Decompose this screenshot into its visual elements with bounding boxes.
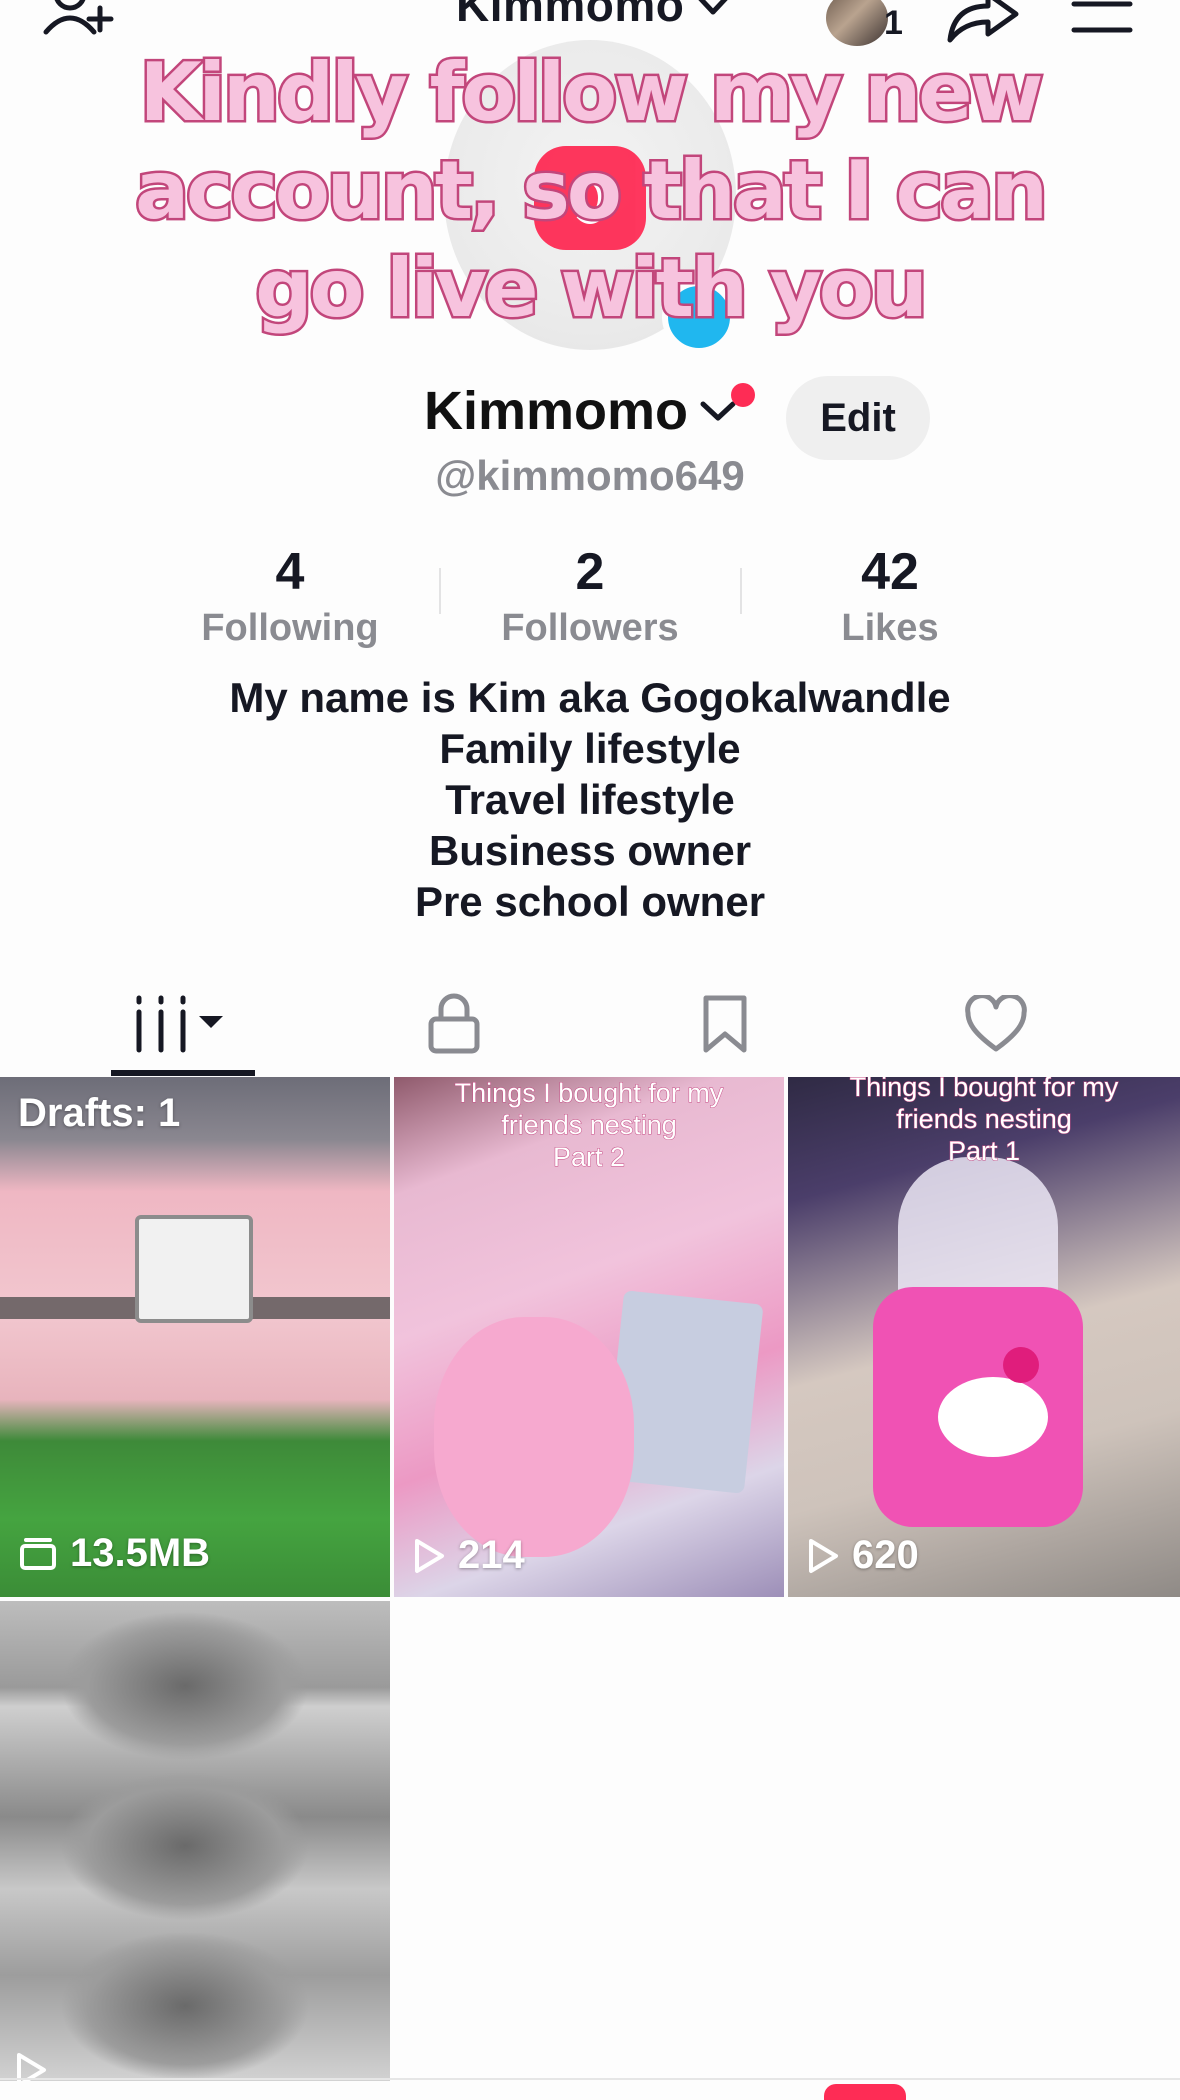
tab-liked[interactable]	[896, 972, 1096, 1076]
profile-views-avatar[interactable]	[826, 0, 888, 46]
face-shape	[60, 1611, 310, 1761]
add-friend-icon[interactable]	[40, 0, 116, 50]
caption-line: Things I bought for my	[454, 1078, 724, 1109]
play-icon	[809, 1538, 838, 1573]
drafts-size: 13.5MB	[18, 1531, 210, 1576]
overlay-caption: Kindly follow my new account, so that I …	[133, 44, 1051, 338]
plush-shape	[434, 1317, 634, 1557]
play-icon	[17, 2053, 46, 2081]
drafts-label: Drafts: 1	[18, 1091, 181, 1135]
account-switcher[interactable]: Kimmomo	[456, 0, 732, 32]
bio-line: Pre school owner	[414, 878, 766, 925]
tab-videos[interactable]	[83, 972, 283, 1076]
tab-saved[interactable]	[625, 972, 825, 1076]
stat-label: Followers	[501, 607, 679, 649]
machine-shape	[135, 1215, 253, 1323]
stat-value: 4	[275, 543, 305, 601]
bio-line: Business owner	[428, 827, 752, 874]
active-tab-indicator	[111, 1070, 255, 1076]
caption-line: Things I bought for my	[849, 1077, 1119, 1103]
profile-handle: @kimmomo649	[435, 452, 745, 499]
character-bow-shape	[1003, 1347, 1039, 1383]
profile-name: Kimmomo	[424, 381, 689, 441]
play-icon	[415, 1538, 444, 1573]
bio-line: My name is Kim aka Gogokalwandle	[229, 674, 951, 721]
inbox-badge[interactable]	[824, 2084, 906, 2100]
bio-line: Family lifestyle	[439, 725, 741, 772]
profile-name-row[interactable]: Kimmomo	[424, 380, 738, 442]
heart-icon	[965, 995, 1027, 1052]
stat-label: Following	[201, 607, 379, 649]
top-username-label: Kimmomo	[456, 0, 685, 31]
bottom-nav-divider	[0, 2078, 1180, 2080]
profile-tabs	[0, 972, 1180, 1076]
stat-value: 42	[861, 543, 919, 601]
stat-following[interactable]: 4 Following	[140, 540, 440, 652]
drafts-icon	[20, 1537, 56, 1570]
tab-private[interactable]	[354, 972, 554, 1076]
stat-value: 2	[575, 543, 605, 601]
video-tile[interactable]	[0, 1601, 390, 2081]
stat-followers[interactable]: 2 Followers	[440, 540, 740, 652]
face-shape	[60, 1931, 310, 2081]
video-tile[interactable]: Things I bought for my friends nesting P…	[788, 1077, 1180, 1597]
view-count: 214	[412, 1533, 525, 1578]
menu-icon[interactable]	[1070, 0, 1134, 40]
chevron-down-icon	[698, 0, 729, 15]
view-count: 620	[806, 1533, 919, 1578]
drafts-size-value: 13.5MB	[70, 1531, 211, 1575]
edit-profile-button[interactable]: Edit	[786, 376, 930, 460]
bio-line: Travel lifestyle	[445, 776, 735, 823]
videos-grid-icon	[136, 995, 223, 1053]
caption-line: friends nesting	[501, 1110, 678, 1141]
lock-icon	[428, 993, 480, 1054]
video-caption: Things I bought for my friends nesting P…	[394, 1077, 784, 1173]
face-shape	[60, 1771, 310, 1921]
view-count	[14, 2051, 60, 2081]
bottle-shape	[898, 1157, 1058, 1307]
caption-line: Part 1	[947, 1136, 1021, 1167]
video-tile[interactable]: Things I bought for my friends nesting P…	[394, 1077, 784, 1597]
stat-label: Likes	[841, 607, 939, 649]
view-count-value: 620	[852, 1533, 919, 1577]
bookmark-icon	[703, 995, 747, 1053]
share-icon[interactable]	[946, 0, 1020, 48]
profile-bio: My name is Kim aka Gogokalwandle Family …	[0, 672, 1180, 927]
caption-line: friends nesting	[896, 1104, 1073, 1135]
notification-dot	[731, 383, 755, 407]
caption-line: Part 2	[552, 1142, 626, 1173]
video-caption: Things I bought for my friends nesting P…	[788, 1077, 1180, 1167]
profile-views-count: 1	[884, 4, 903, 42]
character-face-shape	[938, 1377, 1048, 1457]
drafts-tile[interactable]: Drafts: 1 13.5MB	[0, 1077, 390, 1597]
view-count-value: 214	[458, 1533, 525, 1577]
stat-likes[interactable]: 42 Likes	[740, 540, 1040, 652]
